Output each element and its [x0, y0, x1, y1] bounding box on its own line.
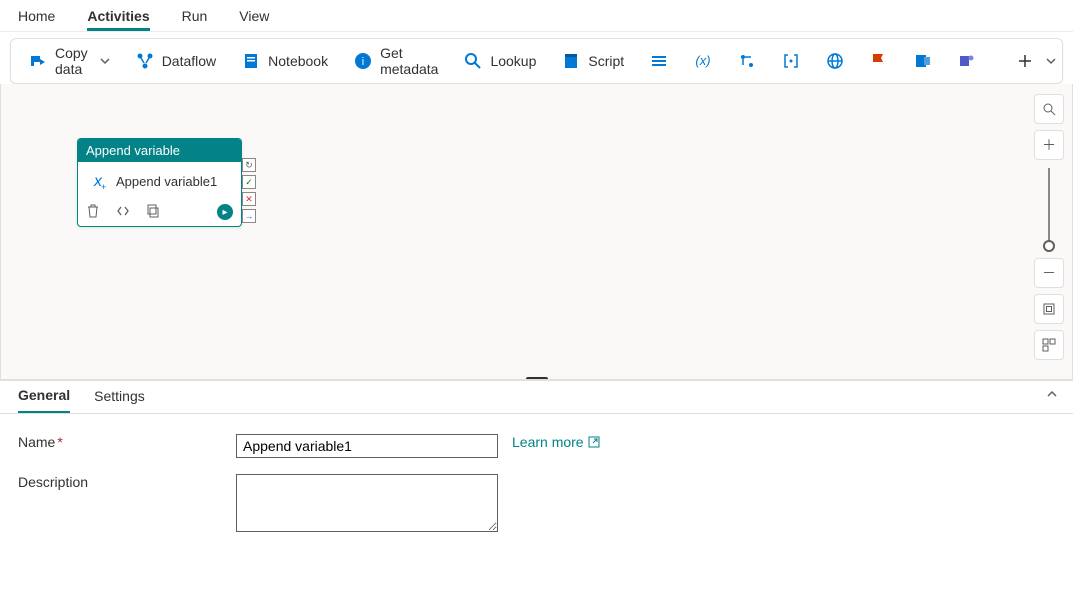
handle-success[interactable]: ✓	[242, 175, 256, 189]
dataflow-icon	[136, 52, 154, 70]
add-activity-button[interactable]	[1006, 46, 1066, 76]
notebook-button[interactable]: Notebook	[232, 46, 338, 76]
copy-data-icon	[29, 52, 47, 70]
minimap-button[interactable]	[1034, 330, 1064, 360]
panel-collapse-button[interactable]	[1045, 387, 1059, 401]
activities-toolbar: Copy data Dataflow Notebook i Get metada…	[10, 38, 1063, 84]
copy-data-button[interactable]: Copy data	[19, 39, 120, 83]
activity-name: Append variable1	[116, 174, 217, 189]
get-metadata-button[interactable]: i Get metadata	[344, 39, 448, 83]
toolbar-extra-4[interactable]	[772, 46, 810, 76]
toolbar-outlook[interactable]	[904, 46, 942, 76]
panel-resize-handle[interactable]	[526, 377, 548, 380]
zoom-in-button[interactable]: ＋	[1034, 130, 1064, 160]
info-icon: i	[354, 52, 372, 70]
lookup-button[interactable]: Lookup	[454, 46, 546, 76]
zoom-slider-knob[interactable]	[1043, 240, 1055, 252]
menu-view[interactable]: View	[239, 8, 269, 31]
zoom-slider-track[interactable]	[1048, 168, 1050, 244]
code-icon[interactable]	[116, 204, 132, 220]
row-name: Name* Learn more	[18, 434, 1055, 458]
toolbar-web[interactable]	[816, 46, 854, 76]
zoom-fit-button[interactable]	[1034, 294, 1064, 324]
svg-text:(x): (x)	[696, 53, 711, 68]
tab-general[interactable]: General	[18, 387, 70, 413]
toolbar-container: Copy data Dataflow Notebook i Get metada…	[0, 32, 1073, 84]
copy-data-label: Copy data	[55, 45, 88, 77]
variable-icon: (x)	[694, 52, 712, 70]
get-metadata-label: Get metadata	[380, 45, 438, 77]
activity-body: x+ Append variable1	[78, 162, 241, 200]
plus-icon	[1016, 52, 1034, 70]
brackets-icon	[782, 52, 800, 70]
handle-completion[interactable]: →	[242, 209, 256, 223]
variable-x-icon: x+	[86, 170, 108, 192]
lookup-label: Lookup	[490, 53, 536, 69]
script-button[interactable]: Script	[552, 46, 634, 76]
zoom-out-button[interactable]: －	[1034, 258, 1064, 288]
globe-icon	[826, 52, 844, 70]
toolbar-teams[interactable]	[948, 46, 986, 76]
list-icon	[650, 52, 668, 70]
script-icon	[562, 52, 580, 70]
canvas-inner[interactable]: Append variable x+ Append variable1 ▸ ↻ …	[1, 84, 1026, 379]
outlook-icon	[914, 52, 932, 70]
handle-fail[interactable]: ✕	[242, 192, 256, 206]
menu-run[interactable]: Run	[182, 8, 208, 31]
canvas-search-button[interactable]	[1034, 94, 1064, 124]
toolbar-extra-6[interactable]	[860, 46, 898, 76]
toolbar-variable[interactable]: (x)	[684, 46, 722, 76]
name-input[interactable]	[236, 434, 498, 458]
search-icon	[464, 52, 482, 70]
transform-icon	[738, 52, 756, 70]
panel-tabs: General Settings	[0, 381, 1073, 414]
script-label: Script	[588, 53, 624, 69]
external-link-icon	[588, 436, 600, 448]
description-input[interactable]	[236, 474, 498, 532]
activity-output-handles: ↻ ✓ ✕ →	[242, 158, 256, 223]
tab-settings[interactable]: Settings	[94, 388, 145, 412]
activity-append-variable[interactable]: Append variable x+ Append variable1 ▸	[77, 138, 242, 227]
notebook-label: Notebook	[268, 53, 328, 69]
properties-panel: General Settings Name* Learn more Descri…	[0, 380, 1073, 568]
top-menu: Home Activities Run View	[0, 0, 1073, 32]
dataflow-button[interactable]: Dataflow	[126, 46, 226, 76]
chevron-down-icon	[1046, 56, 1056, 66]
handle-skip[interactable]: ↻	[242, 158, 256, 172]
copy-icon[interactable]	[146, 204, 162, 220]
delete-icon[interactable]	[86, 204, 102, 220]
teams-icon	[958, 52, 976, 70]
svg-text:i: i	[362, 56, 364, 68]
canvas-zoom-rail: ＋ －	[1032, 94, 1066, 366]
run-activity-icon[interactable]: ▸	[217, 204, 233, 220]
toolbar-extra-3[interactable]	[728, 46, 766, 76]
menu-activities[interactable]: Activities	[87, 8, 149, 31]
description-label: Description	[18, 474, 236, 490]
flag-icon	[870, 52, 888, 70]
name-label: Name*	[18, 434, 236, 450]
notebook-icon	[242, 52, 260, 70]
dataflow-label: Dataflow	[162, 53, 216, 69]
toolbar-extra-1[interactable]	[640, 46, 678, 76]
activity-header: Append variable	[78, 139, 241, 162]
general-form: Name* Learn more Description	[0, 414, 1073, 568]
pipeline-canvas[interactable]: Append variable x+ Append variable1 ▸ ↻ …	[0, 84, 1073, 380]
learn-more-link[interactable]: Learn more	[512, 434, 600, 450]
activity-footer: ▸	[78, 200, 241, 226]
row-description: Description	[18, 474, 1055, 532]
svg-text:+: +	[101, 182, 106, 192]
menu-home[interactable]: Home	[18, 8, 55, 31]
chevron-down-icon	[100, 56, 110, 66]
